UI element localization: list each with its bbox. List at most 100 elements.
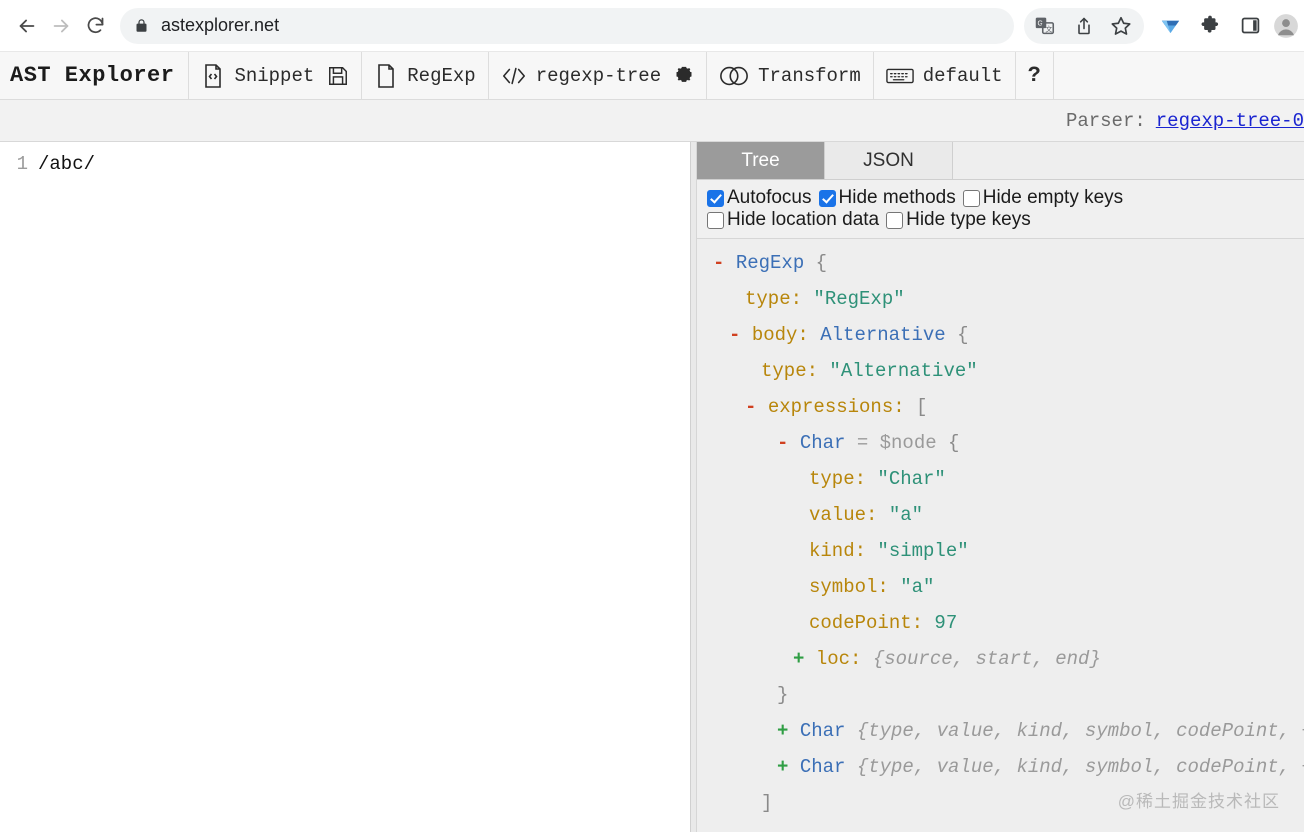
expand-toggle[interactable]: + [777,756,800,778]
extensions-button[interactable] [1190,8,1230,44]
tree-collapsed-preview: {type, value, kind, symbol, codePoint, +… [856,756,1304,778]
options-row-1: Autofocus Hide methods Hide empty keys [707,187,1304,209]
language-group[interactable]: RegExp [362,52,489,99]
option-hide-methods[interactable]: Hide methods [818,187,956,209]
editor-code[interactable]: /abc/ [38,151,95,177]
reload-button[interactable] [78,9,112,43]
hide-empty-keys-checkbox[interactable] [962,189,980,207]
tree-row[interactable]: - Char = $node { [713,425,1304,461]
parser-group[interactable]: regexp-tree [489,52,708,99]
code-brackets-icon [501,65,527,87]
snippet-group[interactable]: Snippet [189,52,363,99]
help-group[interactable]: ? [1016,52,1054,99]
tree-node-name[interactable]: Char [800,720,857,742]
tree-open-brace: { [815,252,828,274]
hide-location-data-checkbox[interactable] [707,211,724,229]
arrow-right-icon [53,19,69,32]
option-autofocus[interactable]: Autofocus [707,187,812,209]
profile-avatar-icon [1274,13,1298,38]
bookmark-star-icon [1111,16,1131,35]
tree-number-value: 97 [934,612,958,634]
parser-version-link[interactable]: regexp-tree-0 [1156,110,1304,132]
tree-string-value: "simple" [877,540,969,562]
tree-node-name[interactable]: Char [800,432,857,454]
translate-button[interactable]: G 文 [1024,8,1064,44]
tree-row[interactable]: - RegExp { [713,245,1304,281]
tree-key: type: [761,360,830,382]
tree-node-name[interactable]: Alternative [820,324,957,346]
tree-row[interactable]: + Char {type, value, kind, symbol, codeP… [713,713,1304,749]
collapse-toggle[interactable]: - [729,324,752,346]
option-hide-location-data[interactable]: Hide location data [707,209,879,231]
keymap-group[interactable]: default [874,52,1016,99]
tree-row[interactable]: + Char {type, value, kind, symbol, codeP… [713,749,1304,785]
code-editor[interactable]: 1 /abc/ [0,142,690,832]
transform-group[interactable]: Transform [707,52,874,99]
tab-tree[interactable]: Tree [697,142,825,179]
ast-tree[interactable]: - RegExp {type: "RegExp" - body: Alternat… [697,239,1304,832]
tree-row[interactable]: kind: "simple" [713,533,1304,569]
tree-collapsed-preview: {source, start, end} [872,648,1101,670]
tree-key: codePoint: [809,612,935,634]
tree-string-value: "a" [900,576,935,598]
language-label: RegExp [407,64,476,87]
collapse-toggle[interactable]: - [777,432,800,454]
hide-location-data-label: Hide location data [727,209,880,230]
gear-icon[interactable] [674,66,694,86]
extension-diamond-icon [1161,20,1179,34]
option-hide-type-keys[interactable]: Hide type keys [886,209,1031,231]
tree-row[interactable]: value: "a" [713,497,1304,533]
tree-key: type: [745,288,814,310]
output-tabs: Tree JSON [697,142,1304,180]
help-button[interactable]: ? [1028,63,1041,88]
tree-row[interactable]: type: "Char" [713,461,1304,497]
extension-diamond-button[interactable] [1150,8,1190,44]
tree-row[interactable]: symbol: "a" [713,569,1304,605]
tree-key: body: [751,324,821,346]
tree-row[interactable]: codePoint: 97 [713,605,1304,641]
line-number: 1 [16,153,28,175]
app-toolbar: AST Explorer Snippet RegExp regexp-tree … [0,52,1304,100]
tree-row[interactable]: + loc: {source, start, end} [713,641,1304,677]
tree-node-name[interactable]: Char [800,756,857,778]
browser-actions: G 文 [1024,7,1304,44]
option-hide-empty-keys[interactable]: Hide empty keys [962,187,1123,209]
pane-divider[interactable] [690,142,697,832]
expand-toggle[interactable]: + [777,720,800,742]
share-icon [1078,17,1090,34]
floppy-save-icon[interactable] [327,65,349,87]
expand-toggle[interactable]: + [793,648,816,670]
tree-key: expressions: [767,396,917,418]
back-button[interactable] [10,9,44,43]
tree-node-name[interactable]: RegExp [736,252,816,274]
hide-methods-checkbox[interactable] [818,189,836,207]
hide-type-keys-checkbox[interactable] [886,211,904,229]
tree-options: Autofocus Hide methods Hide empty keys H… [697,180,1304,239]
collapse-toggle[interactable]: - [745,396,768,418]
tree-row[interactable]: - expressions: [ [713,389,1304,425]
tree-row[interactable]: type: "RegExp" [713,281,1304,317]
code-file-icon [201,63,225,89]
forward-button[interactable] [44,9,78,43]
bookmark-button[interactable] [1104,8,1144,44]
tree-string-value: "Char" [877,468,946,490]
share-button[interactable] [1064,8,1104,44]
tree-row[interactable]: - body: Alternative { [713,317,1304,353]
tree-row[interactable]: type: "Alternative" [713,353,1304,389]
tab-filler [953,142,1304,179]
brand-group: AST Explorer [0,52,190,99]
lock-icon [136,19,147,32]
side-panel-button[interactable] [1230,8,1270,44]
puzzle-extensions-icon [1201,15,1219,33]
tree-row[interactable]: } [713,677,1304,713]
autofocus-checkbox[interactable] [707,189,724,207]
address-bar-url: astexplorer.net [161,15,280,35]
collapse-toggle[interactable]: - [713,252,736,274]
hide-type-keys-label: Hide type keys [906,209,1031,230]
address-bar[interactable]: astexplorer.net [120,7,1014,44]
tree-string-value: "a" [888,504,924,526]
arrow-left-icon [19,19,35,32]
profile-button[interactable] [1270,8,1302,44]
tab-json[interactable]: JSON [825,142,953,179]
tree-string-value: "Alternative" [829,360,978,382]
